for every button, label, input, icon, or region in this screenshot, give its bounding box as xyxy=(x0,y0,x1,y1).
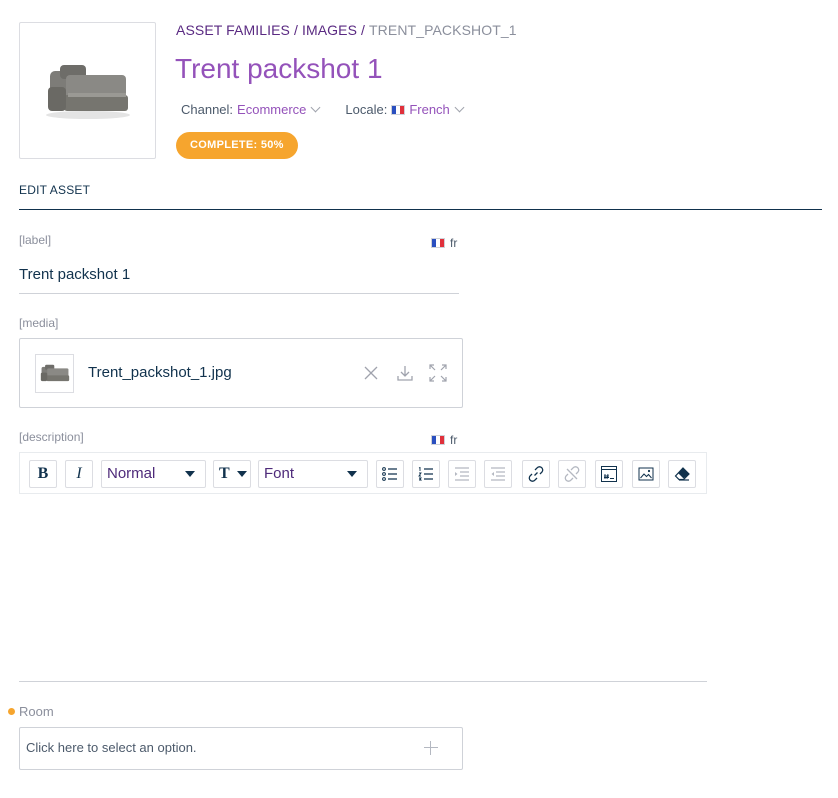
ordered-list-button[interactable] xyxy=(412,460,440,488)
eraser-icon xyxy=(674,467,690,481)
chevron-down-icon xyxy=(454,102,465,113)
outdent-button[interactable] xyxy=(484,460,512,488)
breadcrumb-separator: / xyxy=(361,22,366,38)
bullet-list-icon xyxy=(382,467,397,481)
media-thumbnail[interactable] xyxy=(35,354,74,393)
clear-format-button[interactable] xyxy=(668,460,696,488)
page-title: Trent packshot 1 xyxy=(175,53,383,84)
italic-button[interactable]: I xyxy=(65,460,93,488)
remove-media-button[interactable] xyxy=(361,363,381,383)
unlink-button[interactable] xyxy=(558,460,586,488)
font-family-value: Font xyxy=(264,465,295,482)
fullscreen-icon xyxy=(429,364,447,382)
block-type-value: Normal xyxy=(107,465,156,482)
image-icon xyxy=(638,467,654,481)
section-divider xyxy=(19,209,822,210)
channel-label: Channel: xyxy=(181,102,234,117)
section-title: EDIT ASSET xyxy=(19,183,91,197)
locale-label: Locale: xyxy=(345,102,388,117)
chevron-down-icon xyxy=(310,102,321,113)
fullscreen-media-button[interactable] xyxy=(428,363,448,383)
bold-button[interactable]: B xyxy=(29,460,57,488)
description-editor[interactable] xyxy=(19,494,707,682)
indent-button[interactable] xyxy=(448,460,476,488)
breadcrumb-separator: / xyxy=(293,22,298,38)
french-flag-icon xyxy=(431,238,445,248)
breadcrumb: ASSET FAMILIES / IMAGES / TRENT_PACKSHOT_1 xyxy=(176,22,517,38)
media-field-label: [media] xyxy=(19,316,59,330)
room-field-label: Room xyxy=(19,704,54,719)
embed-icon xyxy=(601,466,617,482)
outdent-icon xyxy=(491,467,505,481)
numbered-list-icon xyxy=(418,467,433,481)
context-switchers: Channel: Ecommerce Locale: French xyxy=(181,102,465,117)
indent-icon xyxy=(455,467,469,481)
link-icon xyxy=(528,466,544,482)
sofa-image xyxy=(40,364,69,381)
unlink-icon xyxy=(564,466,580,482)
french-flag-icon xyxy=(391,104,406,115)
channel-switcher[interactable]: Channel: Ecommerce xyxy=(181,102,321,117)
sofa-image xyxy=(45,64,130,119)
download-media-button[interactable] xyxy=(395,363,415,383)
description-locale-tag: fr xyxy=(431,433,457,447)
image-button[interactable] xyxy=(632,460,660,488)
label-input[interactable]: Trent packshot 1 xyxy=(19,262,459,294)
font-family-select[interactable]: Font xyxy=(258,460,368,488)
download-icon xyxy=(397,366,413,381)
breadcrumb-images[interactable]: IMAGES xyxy=(302,22,357,38)
label-field-label: [label] xyxy=(19,233,52,247)
locale-switcher[interactable]: Locale: French xyxy=(345,102,465,117)
asset-thumbnail[interactable] xyxy=(19,22,156,159)
required-indicator xyxy=(8,708,15,715)
media-field: Trent_packshot_1.jpg xyxy=(19,338,463,408)
locale-value: French xyxy=(409,102,450,117)
french-flag-icon xyxy=(431,435,445,445)
rich-text-toolbar: B I Normal T Font xyxy=(19,452,707,494)
font-size-icon: T xyxy=(219,465,230,482)
room-select-placeholder: Click here to select an option. xyxy=(26,740,197,755)
close-icon xyxy=(364,366,378,380)
completeness-badge: COMPLETE: 50% xyxy=(176,132,298,159)
locale-code: fr xyxy=(450,433,458,447)
breadcrumb-asset-families[interactable]: ASSET FAMILIES xyxy=(176,22,290,38)
description-field-label: [description] xyxy=(19,430,84,444)
font-size-select[interactable]: T xyxy=(213,460,251,488)
label-locale-tag: fr xyxy=(431,236,457,250)
embed-button[interactable] xyxy=(595,460,623,488)
link-button[interactable] xyxy=(522,460,550,488)
caret-down-icon xyxy=(237,471,247,477)
breadcrumb-current: TRENT_PACKSHOT_1 xyxy=(369,22,517,38)
caret-down-icon xyxy=(347,471,357,477)
plus-icon xyxy=(424,741,438,755)
channel-value: Ecommerce xyxy=(237,102,307,117)
unordered-list-button[interactable] xyxy=(376,460,404,488)
room-select[interactable]: Click here to select an option. xyxy=(19,727,463,770)
caret-down-icon xyxy=(185,471,195,477)
media-filename: Trent_packshot_1.jpg xyxy=(88,364,232,381)
block-type-select[interactable]: Normal xyxy=(101,460,206,488)
locale-code: fr xyxy=(450,236,458,250)
